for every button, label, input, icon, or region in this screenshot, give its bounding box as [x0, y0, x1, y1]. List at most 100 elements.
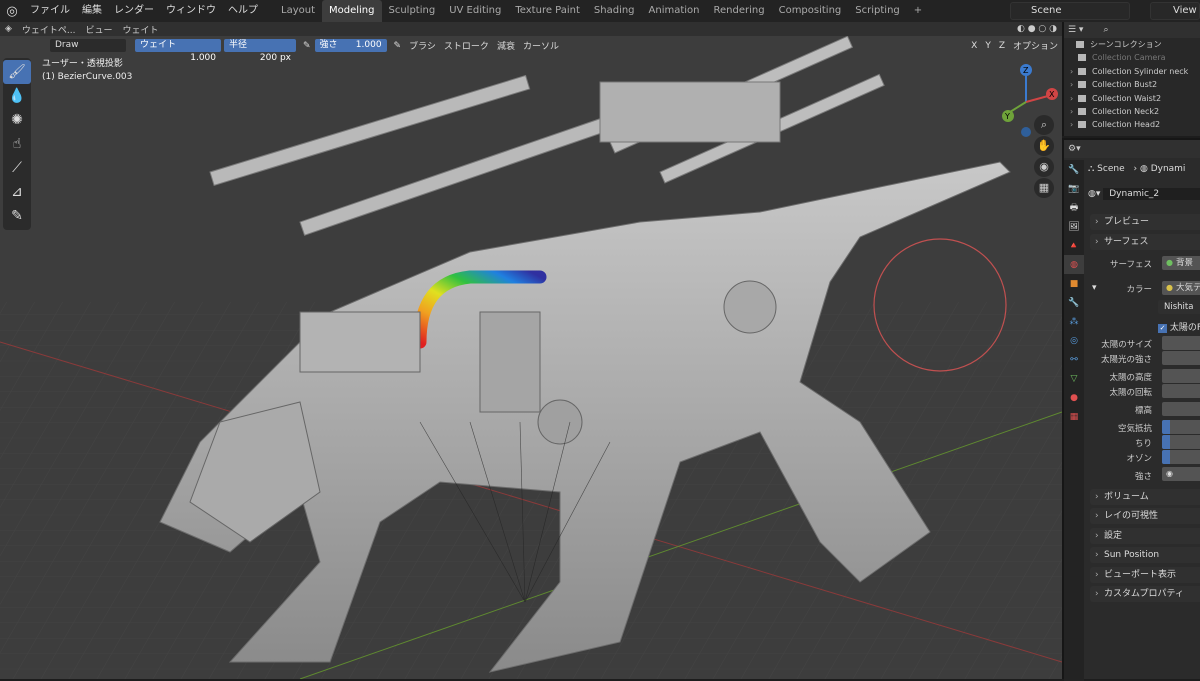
tab-modeling[interactable]: Modeling	[322, 0, 382, 22]
ozone-field[interactable]: 1	[1162, 450, 1200, 464]
expand-arrow-icon[interactable]: ›	[1070, 92, 1073, 105]
ortho-grid-icon[interactable]: ▦	[1034, 178, 1054, 198]
modifier-tab-icon[interactable]: 🔧	[1064, 293, 1084, 312]
expand-arrow-icon[interactable]: ›	[1070, 65, 1073, 78]
tab-compositing[interactable]: Compositing	[772, 0, 849, 22]
tab-shading[interactable]: Shading	[587, 0, 642, 22]
object-tab-icon[interactable]: ■	[1064, 274, 1084, 293]
menu-window[interactable]: ウィンドウ	[160, 0, 222, 22]
expand-arrow-icon[interactable]: ›	[1070, 78, 1073, 91]
display-mode-icon[interactable]: ☰ ▾	[1068, 25, 1083, 35]
surface-shader-field[interactable]: ● 背景	[1162, 256, 1200, 270]
tab-sculpting[interactable]: Sculpting	[382, 0, 443, 22]
sun-disc-checkbox[interactable]: ✓ 太陽のF	[1158, 320, 1200, 333]
outliner-item[interactable]: Collection Camera	[1064, 51, 1200, 64]
expand-arrow-icon[interactable]: ›	[1070, 118, 1073, 131]
particles-tab-icon[interactable]: ⁂	[1064, 312, 1084, 331]
brush-menu[interactable]: ブラシ	[405, 39, 440, 52]
average-tool-icon[interactable]: ✺	[3, 108, 31, 132]
gradient-tool-icon[interactable]: ⟋	[3, 156, 31, 180]
sample-weight-tool-icon[interactable]: ⊿	[3, 180, 31, 204]
sun-size-field[interactable]	[1162, 336, 1200, 350]
pan-hand-icon[interactable]: ✋	[1034, 136, 1054, 156]
scene-collection-row[interactable]: シーンコレクション	[1064, 38, 1200, 51]
falloff-menu[interactable]: 減衰	[493, 39, 519, 52]
options-menu[interactable]: オプション	[1009, 39, 1062, 52]
draw-tool-icon[interactable]: 🖌	[3, 60, 31, 84]
outliner-item[interactable]: › Collection Bust2	[1064, 78, 1200, 91]
outliner-item[interactable]: › Collection Waist2	[1064, 92, 1200, 105]
add-workspace-button[interactable]: +	[907, 0, 929, 22]
mode-icon[interactable]: ◈	[0, 24, 17, 34]
radius-field[interactable]: 半径 200 px	[224, 39, 296, 63]
sun-rotation-field[interactable]	[1162, 384, 1200, 398]
stroke-menu[interactable]: ストローク	[440, 39, 493, 52]
menu-file[interactable]: ファイル	[24, 0, 76, 22]
menu-help[interactable]: ヘルプ	[222, 0, 264, 22]
scene-tab-icon[interactable]: 🔺	[1064, 236, 1084, 255]
tab-uv-editing[interactable]: UV Editing	[442, 0, 508, 22]
zoom-icon[interactable]: ⌕	[1034, 115, 1054, 135]
constraints-tab-icon[interactable]: ⚯	[1064, 350, 1084, 369]
outliner-item[interactable]: › Collection Neck2	[1064, 105, 1200, 118]
outliner-item[interactable]: › Collection Head2	[1064, 118, 1200, 131]
tab-animation[interactable]: Animation	[642, 0, 707, 22]
tab-layout[interactable]: Layout	[274, 0, 322, 22]
altitude-field[interactable]	[1162, 402, 1200, 416]
mirror-z[interactable]: Z	[995, 41, 1009, 51]
strength-field[interactable]: 強さ 1.000	[314, 39, 387, 52]
3d-viewport[interactable]: ◈ ウェイトペ... ビュー ウェイト ◐ ● ○ ◑ Draw ウェイト 1.0…	[0, 22, 1062, 679]
dust-field[interactable]: 1	[1162, 435, 1200, 449]
output-tab-icon[interactable]: 🖶	[1064, 198, 1084, 217]
material-tab-icon[interactable]: ●	[1064, 388, 1084, 407]
strength-field[interactable]: ◉	[1162, 467, 1200, 481]
outliner-search-icon[interactable]: ⌕	[1103, 25, 1108, 35]
panel-custom-properties[interactable]: カスタムプロパティ	[1090, 586, 1200, 602]
world-tab-icon[interactable]: ◍	[1064, 255, 1084, 274]
weight-field[interactable]: ウェイト 1.000	[135, 39, 221, 63]
expand-arrow-icon[interactable]: ›	[1070, 105, 1073, 118]
view-layer-tab-icon[interactable]: 🖼	[1064, 217, 1084, 236]
view-layer-selector[interactable]: View La	[1150, 2, 1200, 20]
scene-selector[interactable]: Scene	[1010, 2, 1130, 20]
panel-preview[interactable]: プレビュー	[1090, 214, 1200, 230]
panel-settings[interactable]: 設定	[1090, 528, 1200, 544]
weight-menu[interactable]: ウェイト	[118, 23, 164, 36]
panel-ray-visibility[interactable]: レイの可視性	[1090, 508, 1200, 524]
sun-intensity-field[interactable]: 0	[1162, 351, 1200, 365]
world-selector[interactable]: ◍▾ Dynamic_2	[1088, 188, 1200, 200]
sun-elevation-field[interactable]	[1162, 369, 1200, 383]
world-name-field[interactable]: Dynamic_2	[1103, 188, 1200, 200]
camera-view-icon[interactable]: ◉	[1034, 157, 1054, 177]
color-expand-icon[interactable]: ▾	[1092, 283, 1097, 293]
tool-tab-icon[interactable]: 🔧	[1064, 160, 1084, 179]
cursor-menu[interactable]: カーソル	[519, 39, 563, 52]
menu-render[interactable]: レンダー	[108, 0, 160, 22]
mode-selector[interactable]: ウェイトペ...	[17, 23, 81, 36]
render-tab-icon[interactable]: 📷	[1064, 179, 1084, 198]
menu-edit[interactable]: 編集	[76, 0, 108, 22]
panel-surface[interactable]: サーフェス	[1090, 234, 1200, 250]
brush-selector[interactable]: Draw	[50, 39, 126, 52]
tab-scripting[interactable]: Scripting	[848, 0, 906, 22]
editor-type-icon[interactable]: ⚙▾	[1068, 144, 1081, 154]
tab-rendering[interactable]: Rendering	[707, 0, 772, 22]
view-menu[interactable]: ビュー	[81, 23, 118, 36]
panel-sun-position[interactable]: Sun Position	[1090, 547, 1200, 563]
smear-tool-icon[interactable]: ☝	[3, 132, 31, 156]
annotate-tool-icon[interactable]: ✎	[3, 204, 31, 228]
outliner-item[interactable]: › Collection Sylinder neck	[1064, 65, 1200, 78]
viewport-shading-icon[interactable]: ◐ ● ○ ◑	[1012, 24, 1062, 34]
blur-tool-icon[interactable]: 💧	[3, 84, 31, 108]
panel-volume[interactable]: ボリューム	[1090, 489, 1200, 505]
radius-pen-icon[interactable]: ✎	[299, 41, 315, 51]
physics-tab-icon[interactable]: ◎	[1064, 331, 1084, 350]
mirror-x[interactable]: X	[967, 41, 981, 51]
color-node-field[interactable]: ● 大気テ	[1162, 281, 1200, 295]
strength-pen-icon[interactable]: ✎	[390, 41, 406, 51]
tab-texture-paint[interactable]: Texture Paint	[508, 0, 587, 22]
panel-viewport-display[interactable]: ビューポート表示	[1090, 567, 1200, 583]
data-tab-icon[interactable]: ▽	[1064, 369, 1084, 388]
air-field[interactable]: 1	[1162, 420, 1200, 434]
mirror-y[interactable]: Y	[981, 41, 995, 51]
